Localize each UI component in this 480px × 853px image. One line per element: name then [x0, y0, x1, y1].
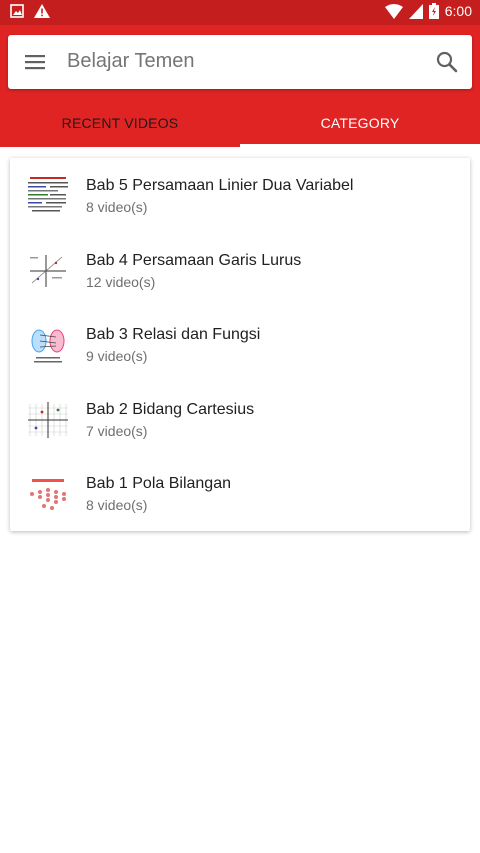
menu-button[interactable] — [24, 52, 46, 72]
app-title: Belajar Temen — [67, 50, 195, 72]
list-item-count: 7 video(s) — [86, 422, 148, 439]
status-bar: 6:00 — [0, 0, 480, 25]
list-item-title: Bab 5 Persamaan Linier Dua Variabel — [86, 177, 354, 194]
list-item-count: 8 video(s) — [86, 497, 148, 513]
list-item-count: 12 video(s) — [86, 273, 156, 290]
status-left-icons — [10, 4, 50, 18]
list-item-title: Bab 1 Pola Bilangan — [86, 475, 231, 492]
list-item[interactable]: Bab 4 Persamaan Garis Lurus 12 video(s) — [10, 233, 470, 308]
list-item-title: Bab 4 Persamaan Garis Lurus — [86, 251, 302, 269]
list-item[interactable]: Bab 3 Relasi dan Fungsi 9 video(s) — [10, 307, 470, 382]
list-item[interactable]: Bab 2 Bidang Cartesius 7 video(s) — [10, 382, 470, 457]
tab-bar: RECENT VIDEOS CATEGORY — [0, 105, 480, 147]
category-thumbnail — [22, 393, 74, 446]
tab-recent-videos[interactable]: RECENT VIDEOS — [0, 105, 240, 147]
list-item[interactable]: Bab 5 Persamaan Linier Dua Variabel 8 vi… — [10, 158, 470, 233]
category-list: Bab 5 Persamaan Linier Dua Variabel 8 vi… — [10, 158, 470, 531]
warning-icon — [34, 4, 50, 18]
search-bar[interactable]: Belajar Temen — [8, 35, 472, 89]
image-icon — [10, 4, 24, 18]
signal-icon — [408, 3, 423, 19]
hamburger-menu-icon — [25, 55, 45, 70]
category-thumbnail — [22, 319, 74, 371]
search-icon — [436, 51, 458, 73]
status-right-icons: 6:00 — [384, 3, 472, 19]
category-thumbnail — [22, 170, 74, 222]
list-item-count: 9 video(s) — [86, 348, 148, 364]
status-time: 6:00 — [444, 3, 472, 19]
list-item-title: Bab 3 Relasi dan Fungsi — [86, 326, 261, 343]
app-bar: Belajar Temen RECENT VIDEOS CATEGORY — [0, 25, 480, 147]
list-item[interactable]: Bab 1 Pola Bilangan 8 video(s) — [10, 456, 470, 531]
search-button[interactable] — [434, 49, 460, 75]
list-item-title: Bab 2 Bidang Cartesius — [86, 400, 255, 418]
battery-icon — [428, 3, 439, 19]
category-thumbnail — [22, 244, 74, 297]
tab-category[interactable]: CATEGORY — [240, 105, 480, 147]
category-thumbnail — [22, 468, 74, 520]
wifi-icon — [384, 3, 403, 19]
tab-indicator — [240, 144, 480, 147]
list-item-count: 8 video(s) — [86, 199, 148, 215]
